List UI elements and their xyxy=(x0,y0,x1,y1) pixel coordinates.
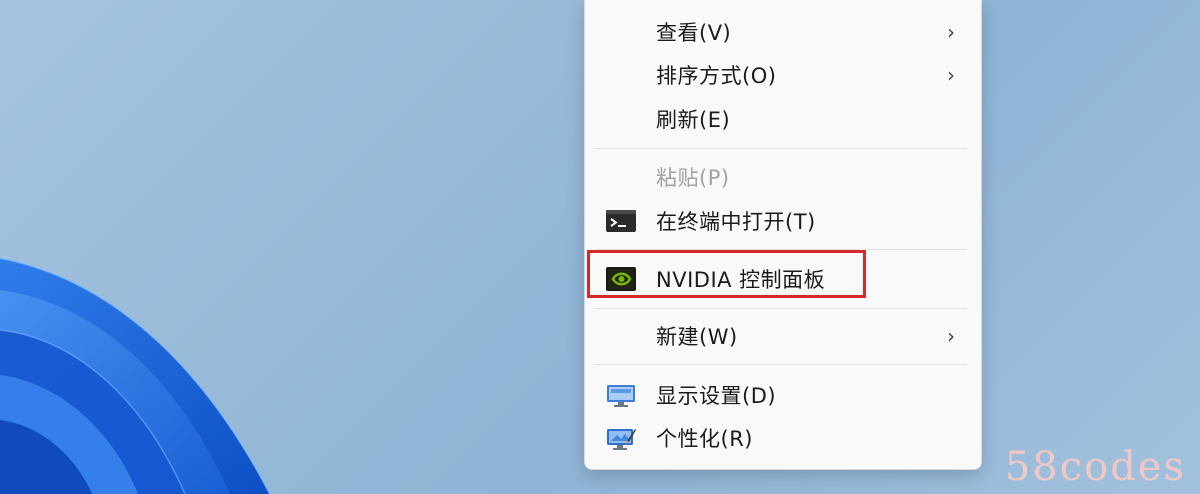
nvidia-icon xyxy=(606,267,636,291)
menu-separator xyxy=(595,249,967,250)
menu-separator xyxy=(595,148,967,149)
chevron-right-icon: › xyxy=(947,20,955,44)
menu-item-view-label: 查看(V) xyxy=(656,21,732,45)
menu-item-personalize-label: 个性化(R) xyxy=(656,427,753,451)
menu-item-view[interactable]: 查看(V) › xyxy=(589,12,977,52)
menu-item-refresh-label: 刷新(E) xyxy=(656,108,731,132)
menu-item-new[interactable]: 新建(W) › xyxy=(589,316,977,356)
menu-item-refresh[interactable]: 刷新(E) xyxy=(589,99,977,139)
menu-item-paste-label: 粘贴(P) xyxy=(656,166,730,190)
menu-item-display-settings[interactable]: 显示设置(D) xyxy=(589,375,977,415)
menu-item-display-settings-label: 显示设置(D) xyxy=(656,384,777,408)
menu-item-open-in-terminal[interactable]: 在终端中打开(T) xyxy=(589,201,977,241)
menu-separator xyxy=(595,308,967,309)
personalize-icon xyxy=(607,429,636,450)
menu-item-paste: 粘贴(P) xyxy=(589,157,977,197)
menu-item-sort-by-label: 排序方式(O) xyxy=(656,64,777,88)
desktop-context-menu: 查看(V) › 排序方式(O) › 刷新(E) 粘贴(P) 在终端中打开(T) … xyxy=(584,0,982,470)
menu-item-open-in-terminal-label: 在终端中打开(T) xyxy=(656,210,816,234)
menu-separator xyxy=(595,364,967,365)
terminal-icon xyxy=(606,210,636,232)
menu-item-nvidia-control-panel[interactable]: NVIDIA 控制面板 xyxy=(589,259,977,299)
menu-item-nvidia-control-panel-label: NVIDIA 控制面板 xyxy=(656,268,826,292)
menu-item-new-label: 新建(W) xyxy=(656,325,738,349)
menu-item-personalize[interactable]: 个性化(R) xyxy=(589,418,977,458)
menu-item-sort-by[interactable]: 排序方式(O) › xyxy=(589,55,977,95)
chevron-right-icon: › xyxy=(947,63,955,87)
watermark: 58codes xyxy=(1004,444,1186,490)
chevron-right-icon: › xyxy=(947,324,955,348)
display-settings-icon xyxy=(607,385,635,407)
